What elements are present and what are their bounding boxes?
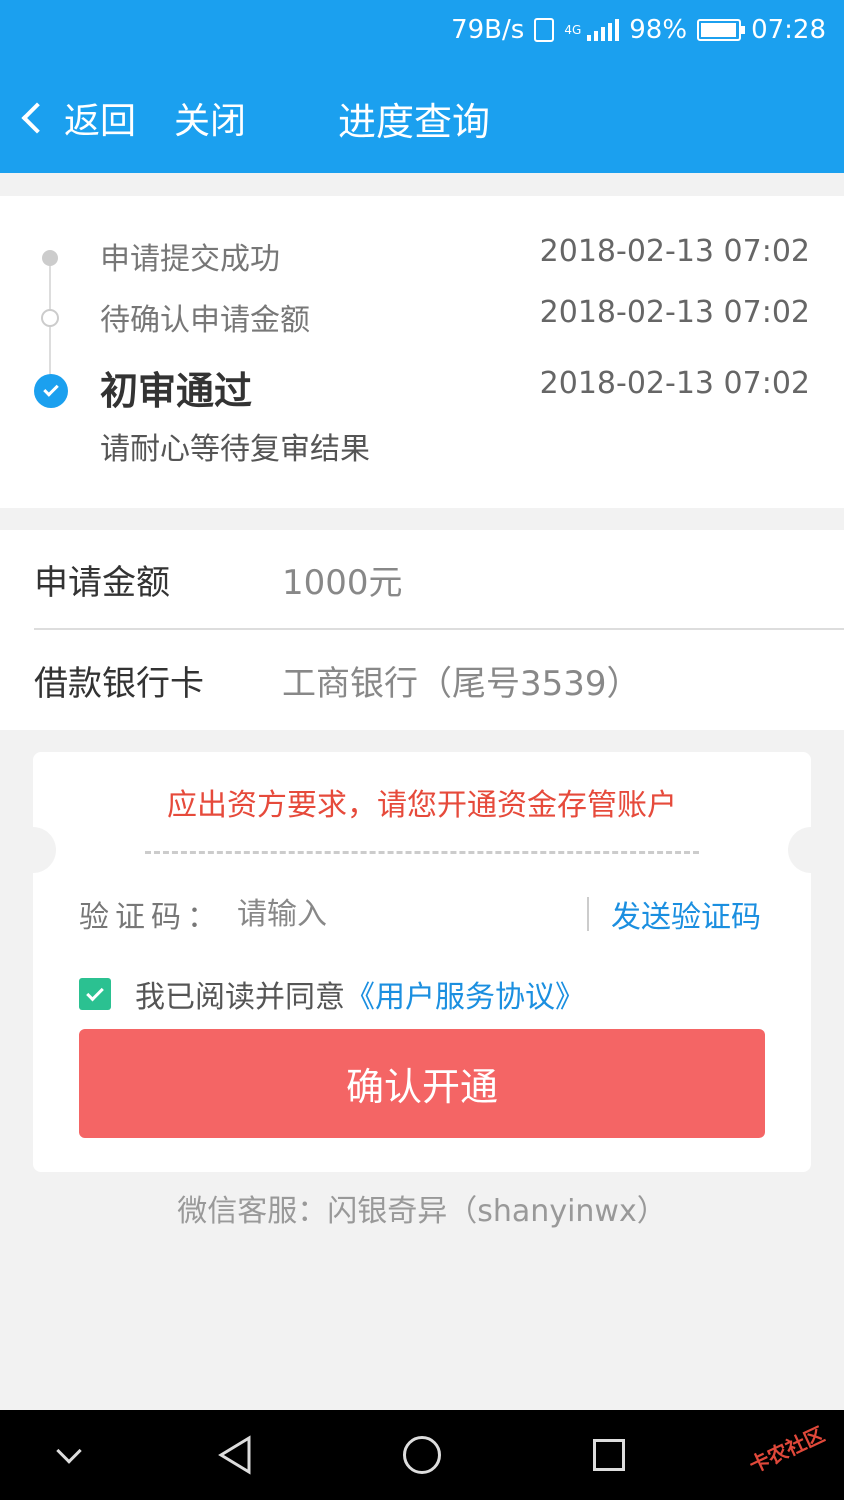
agree-text: 我已阅读并同意 [135, 980, 345, 1015]
hide-nav-button[interactable] [24, 1410, 114, 1500]
chevron-down-icon [56, 1438, 82, 1464]
status-bar: 79B/s 4G 98% 07:28 [451, 10, 826, 50]
bank-card-value: 工商银行（尾号3539） [282, 663, 641, 704]
ticket-notch [788, 827, 834, 873]
amount-label: 申请金额 [34, 562, 170, 603]
network-type: 4G [564, 23, 582, 37]
triangle-back-icon [218, 1435, 251, 1475]
wechat-service-note: 微信客服：闪银奇异（shanyinwx） [177, 1194, 667, 1229]
agree-checkbox[interactable] [79, 978, 111, 1010]
square-recents-icon [593, 1439, 625, 1471]
page-title: 进度查询 [338, 99, 491, 144]
step-dot-done [42, 250, 58, 266]
signal-icon [587, 19, 620, 41]
verification-code-row: 验证码： 发送验证码 [79, 892, 765, 936]
chevron-left-icon [21, 102, 53, 134]
confirm-open-button[interactable]: 确认开通 [79, 1029, 765, 1138]
step-label: 待确认申请金额 [100, 303, 310, 338]
bank-card-label: 借款银行卡 [34, 663, 204, 704]
back-label: 返回 [64, 101, 137, 142]
step-label: 申请提交成功 [100, 242, 280, 277]
app-header: 79B/s 4G 98% 07:28 返回 关闭 进度查询 [0, 0, 844, 173]
amount-row: 申请金额 1000元 [34, 530, 844, 630]
progress-timeline: 申请提交成功 2018-02-13 07:02 待确认申请金额 2018-02-… [0, 196, 844, 508]
clock: 07:28 [751, 15, 826, 45]
battery-icon [697, 19, 746, 41]
step-time: 2018-02-13 07:02 [539, 295, 810, 330]
loan-info: 申请金额 1000元 借款银行卡 工商银行（尾号3539） [0, 530, 844, 730]
verification-code-label: 验证码： [79, 900, 223, 935]
user-agreement-link[interactable]: 《用户服务协议》 [345, 972, 585, 1016]
send-code-button[interactable]: 发送验证码 [611, 892, 761, 936]
ticket-notch [10, 827, 56, 873]
custody-notice: 应出资方要求，请您开通资金存管账户 [167, 788, 677, 823]
check-circle-icon [34, 374, 68, 408]
step-time: 2018-02-13 07:02 [539, 234, 810, 269]
circle-home-icon [403, 1436, 441, 1474]
dashed-divider [145, 851, 699, 854]
close-button[interactable]: 关闭 [174, 92, 246, 144]
system-home-button[interactable] [377, 1410, 467, 1500]
agreement-row: 我已阅读并同意 《用户服务协议》 [79, 972, 585, 1016]
system-back-button[interactable] [190, 1410, 280, 1500]
system-recents-button[interactable] [564, 1410, 654, 1500]
verification-code-input[interactable] [237, 896, 577, 932]
step-dot-done [41, 309, 59, 327]
nav-bar: 返回 关闭 进度查询 [0, 88, 844, 148]
vibrate-icon [534, 18, 555, 42]
custody-account-card: 应出资方要求，请您开通资金存管账户 验证码： 发送验证码 我已阅读并同意 《用户… [10, 752, 834, 1172]
current-step-label: 初审通过 [100, 369, 253, 413]
system-nav-bar [0, 1410, 844, 1500]
current-step-note: 请耐心等待复审结果 [100, 432, 370, 467]
vertical-divider [587, 897, 589, 931]
back-button[interactable]: 返回 [21, 92, 137, 144]
network-speed: 79B/s [451, 15, 525, 45]
step-time: 2018-02-13 07:02 [539, 366, 810, 401]
bank-card-row: 借款银行卡 工商银行（尾号3539） [34, 630, 844, 730]
amount-value: 1000元 [282, 562, 403, 603]
battery-percent: 98% [629, 15, 688, 45]
